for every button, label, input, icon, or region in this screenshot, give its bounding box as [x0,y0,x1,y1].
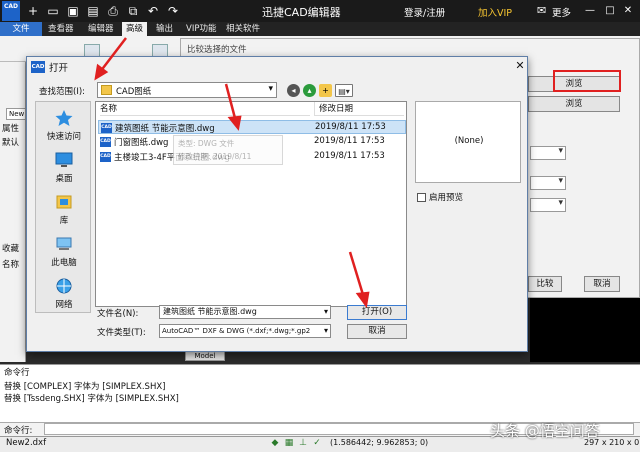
annotation-arrows [94,37,370,309]
arrow-head [227,115,242,131]
arrow-head [355,291,370,309]
arrow-to-open [348,251,366,299]
arrow-to-look-in [99,37,127,73]
